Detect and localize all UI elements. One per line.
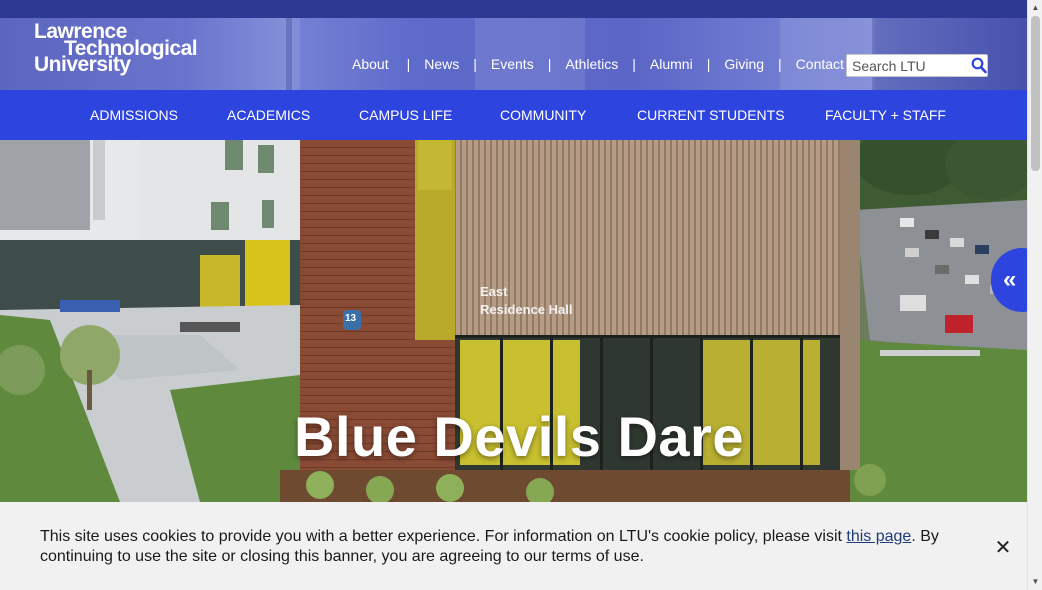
utility-separator: |: [778, 56, 782, 72]
utility-link-giving[interactable]: Giving: [724, 56, 764, 72]
logo-line-3: University: [34, 53, 131, 76]
close-icon[interactable]: ✕: [990, 535, 1016, 561]
utility-separator: |: [547, 56, 552, 72]
building-sign: East Residence Hall: [480, 283, 573, 319]
utility-separator: |: [706, 56, 711, 72]
utility-link-contact[interactable]: Contact: [796, 56, 844, 72]
cookie-message: This site uses cookies to provide you wi…: [40, 527, 960, 567]
utility-link-events[interactable]: Events: [491, 56, 534, 72]
utility-link-about[interactable]: About: [352, 56, 389, 72]
scroll-up-arrow-icon[interactable]: ▲: [1028, 2, 1042, 14]
building-number-sign: 13: [345, 313, 357, 324]
search-box: [846, 54, 988, 77]
header-bg-building: [475, 18, 585, 90]
hero-title: Blue Devils Dare: [294, 405, 744, 468]
double-chevron-left-icon[interactable]: «: [1003, 265, 1016, 295]
scrollbar-thumb[interactable]: [1031, 16, 1040, 171]
search-input[interactable]: [847, 55, 967, 76]
building-sign-line-2: Residence Hall: [480, 302, 573, 317]
nav-community[interactable]: COMMUNITY: [500, 107, 586, 123]
site-header: Lawrence Technological University About …: [0, 0, 1027, 90]
nav-faculty-staff[interactable]: FACULTY + STAFF: [825, 107, 946, 123]
utility-link-news[interactable]: News: [424, 56, 459, 72]
nav-current-students[interactable]: CURRENT STUDENTS: [637, 107, 785, 123]
building-sign-line-1: East: [480, 284, 508, 299]
ltu-logo[interactable]: Lawrence Technological University: [34, 20, 204, 76]
page-scrollbar[interactable]: ▲ ▼: [1027, 0, 1042, 590]
cookie-policy-link[interactable]: this page: [846, 528, 911, 545]
nav-academics[interactable]: ACADEMICS: [227, 107, 310, 123]
header-bg-column: [286, 18, 292, 90]
cookie-banner: This site uses cookies to provide you wi…: [0, 502, 1027, 590]
main-nav: ADMISSIONS ACADEMICS CAMPUS LIFE COMMUNI…: [0, 90, 1027, 140]
utility-separator: |: [473, 56, 477, 72]
nav-admissions[interactable]: ADMISSIONS: [90, 107, 178, 123]
utility-link-alumni[interactable]: Alumni: [650, 56, 693, 72]
header-top-strip: [0, 0, 1027, 18]
utility-separator: |: [406, 56, 411, 72]
utility-nav: About | News | Events | Athletics | Alum…: [345, 55, 844, 73]
scroll-down-arrow-icon[interactable]: ▼: [1028, 576, 1042, 588]
search-icon[interactable]: [971, 57, 987, 74]
nav-campus-life[interactable]: CAMPUS LIFE: [359, 107, 452, 123]
hero-banner: 13 East Residence Hall Blue Devils Dare: [0, 140, 1027, 502]
utility-separator: |: [632, 56, 636, 72]
cookie-message-text: This site uses cookies to provide you wi…: [40, 528, 847, 545]
utility-link-athletics[interactable]: Athletics: [565, 56, 618, 72]
